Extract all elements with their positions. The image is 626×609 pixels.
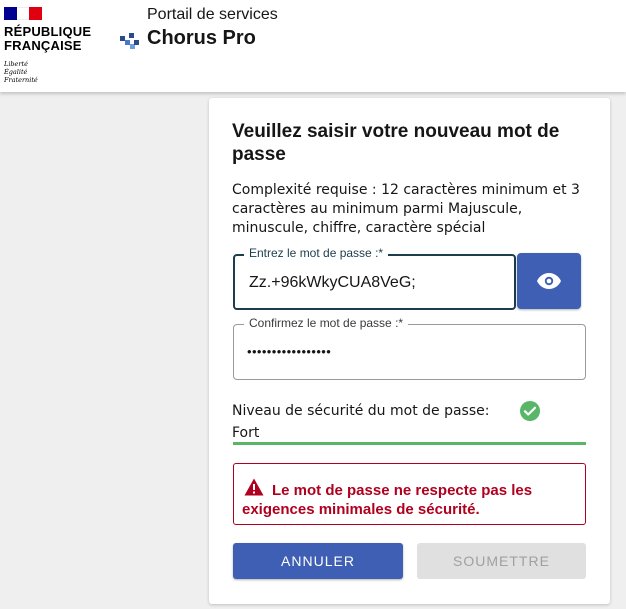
confirm-password-field[interactable]: Confirmez le mot de passe :* •••••••••••… xyxy=(233,316,586,380)
confirm-password-label: Confirmez le mot de passe :* xyxy=(244,316,409,330)
strength-bar xyxy=(233,442,586,445)
motto-liberte: Liberté xyxy=(4,60,28,68)
motto-fraternite: Fraternité xyxy=(4,76,38,84)
submit-button[interactable]: SOUMETTRE xyxy=(417,543,586,579)
error-alert: Le mot de passe ne respecte pas les exig… xyxy=(233,463,586,525)
portal-name[interactable]: Chorus Pro xyxy=(147,27,256,50)
new-password-label: Entrez le mot de passe :* xyxy=(244,246,389,260)
cancel-button[interactable]: ANNULER xyxy=(233,543,403,579)
error-message: Le mot de passe ne respecte pas les exig… xyxy=(242,482,533,518)
password-change-card: Veuillez saisir votre nouveau mot de pas… xyxy=(209,98,610,604)
republic-line-1: RÉPUBLIQUE xyxy=(4,24,92,39)
site-header: RÉPUBLIQUE FRANÇAISE Liberté Égalité Fra… xyxy=(0,0,626,92)
chorus-pro-logo-icon xyxy=(120,33,139,49)
new-password-field[interactable]: Entrez le mot de passe :* Zz.+96kWkyCUA8… xyxy=(233,246,516,310)
new-password-input[interactable]: Zz.+96kWkyCUA8VeG; xyxy=(249,274,416,292)
republic-line-2: FRANÇAISE xyxy=(4,38,82,53)
confirm-password-input[interactable]: ••••••••••••••••• xyxy=(247,344,331,359)
strength-label: Niveau de sécurité du mot de passe: xyxy=(232,403,490,419)
show-password-button[interactable] xyxy=(517,253,581,309)
strength-value: Fort xyxy=(232,425,260,441)
republique-francaise-logo-text: RÉPUBLIQUE FRANÇAISE xyxy=(4,25,91,53)
portal-subtitle: Portail de services xyxy=(147,6,278,23)
french-flag-logo xyxy=(4,7,43,20)
eye-icon xyxy=(537,273,561,289)
form-title: Veuillez saisir votre nouveau mot de pas… xyxy=(232,121,560,165)
motto: Liberté Égalité Fraternité xyxy=(4,60,38,84)
complexity-requirement: Complexité requise : 12 caractères minim… xyxy=(232,182,580,236)
motto-egalite: Égalité xyxy=(4,68,28,76)
check-circle-icon xyxy=(520,401,540,421)
